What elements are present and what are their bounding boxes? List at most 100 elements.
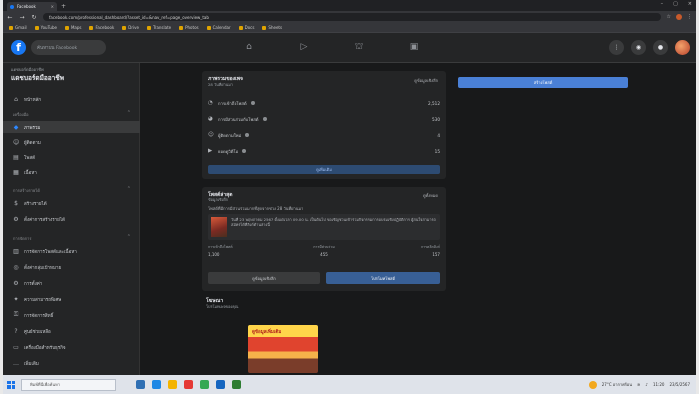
metric: การเข้าถึงโพสต์ 1,100 bbox=[208, 243, 285, 257]
address-bar-row: ← → ↻ facebook.com/professional_dashboar… bbox=[3, 11, 696, 23]
bookmark-item[interactable]: Facebook bbox=[89, 25, 114, 30]
stat-value: 4 bbox=[437, 132, 440, 138]
followers-icon: ☺ bbox=[208, 132, 214, 138]
chrome-icon[interactable] bbox=[200, 380, 209, 389]
bookmark-item[interactable]: Docs bbox=[238, 25, 254, 30]
chevron-up-icon[interactable]: ⌃ bbox=[127, 110, 131, 116]
menu-icon[interactable]: ⋮ bbox=[687, 14, 692, 20]
sidebar-item-settings[interactable]: ⚙ การตั้งค่า bbox=[3, 277, 140, 289]
create-post-button[interactable]: สร้างโพสต์ bbox=[458, 77, 628, 88]
folder-icon bbox=[206, 25, 211, 30]
sidebar-item-help[interactable]: ? ศูนย์ช่วยเหลือ bbox=[3, 325, 140, 337]
post-preview[interactable]: วันที่ 23 พฤษภาคม 2567 ตั้งแต่เวลา 09.00… bbox=[208, 214, 440, 240]
minimize-icon[interactable]: – bbox=[661, 1, 664, 7]
facebook-favicon-icon bbox=[10, 4, 14, 9]
search-placeholder: ค้นหาบน Facebook bbox=[37, 46, 78, 51]
new-tab-icon[interactable]: + bbox=[61, 3, 66, 10]
people-icon: ☺ bbox=[13, 138, 20, 146]
see-all-link[interactable]: ดูทั้งหมด bbox=[423, 192, 438, 199]
notifications-icon[interactable]: ● bbox=[653, 40, 668, 55]
sidebar-item-more[interactable]: … เพิ่มเติม bbox=[3, 357, 140, 369]
help-icon: ? bbox=[14, 327, 18, 335]
taskbar-apps bbox=[136, 380, 241, 389]
insights-link[interactable]: ดูข้อมูลเชิงลึก bbox=[414, 77, 438, 84]
settings-icon: ⚙ bbox=[13, 215, 19, 223]
clock-time[interactable]: 11:20 bbox=[653, 382, 665, 387]
sidebar-item-special[interactable]: ✦ ความสามารถพิเศษ bbox=[3, 293, 140, 305]
info-icon[interactable] bbox=[262, 117, 267, 121]
marketplace-icon[interactable]: ⛫ bbox=[349, 37, 369, 57]
sidebar-item-home[interactable]: ⌂ หน้าหลัก bbox=[3, 93, 140, 105]
wifi-icon[interactable]: ≋ bbox=[637, 382, 640, 387]
sidebar-section-manage: การจัดการ bbox=[13, 236, 32, 241]
view-insights-button[interactable]: ดูข้อมูลเชิงลึก bbox=[208, 272, 320, 284]
extension-icon[interactable] bbox=[676, 14, 682, 20]
task-view-icon[interactable] bbox=[136, 380, 145, 389]
bookmark-item[interactable]: Gmail bbox=[9, 25, 27, 30]
maximize-icon[interactable]: ▢ bbox=[673, 1, 678, 7]
watch-icon[interactable]: ▷ bbox=[294, 37, 314, 57]
sidebar-item-followers[interactable]: ☺ ผู้ติดตาม bbox=[3, 136, 140, 148]
profile-avatar[interactable] bbox=[675, 40, 690, 55]
facebook-logo-icon[interactable]: f bbox=[11, 40, 26, 55]
stat-row: ◕ การมีส่วนร่วมกับโพสต์ 530 bbox=[208, 116, 440, 122]
reload-icon[interactable]: ↻ bbox=[31, 14, 37, 21]
bookmark-item[interactable]: Calendar bbox=[206, 25, 231, 30]
explorer-icon[interactable] bbox=[168, 380, 177, 389]
browser-tab[interactable]: Facebook × bbox=[7, 2, 57, 11]
bookmark-star-icon[interactable]: ☆ bbox=[667, 14, 671, 20]
sidebar-item-audience[interactable]: ◎ ตั้งค่ากลุ่มเป้าหมาย bbox=[3, 261, 140, 273]
sidebar-item-business-tools[interactable]: ▭ เครื่องมือสำหรับธุรกิจ bbox=[3, 341, 140, 353]
sidebar-item-monetize[interactable]: $ สร้างรายได้ bbox=[3, 197, 140, 209]
sidebar-item-permissions[interactable]: ⚿ การจัดการสิทธิ์ bbox=[3, 309, 140, 321]
info-icon[interactable] bbox=[245, 133, 250, 137]
promo-image[interactable]: ดูข้อมูลเพิ่มเติม bbox=[248, 325, 318, 373]
url-field[interactable]: facebook.com/professional_dashboard/?ass… bbox=[43, 13, 661, 21]
word-icon[interactable] bbox=[216, 380, 225, 389]
info-icon[interactable] bbox=[250, 101, 255, 105]
close-tab-icon[interactable]: × bbox=[51, 4, 54, 9]
messenger-icon[interactable]: ◉ bbox=[631, 40, 646, 55]
forward-icon[interactable]: → bbox=[19, 14, 25, 21]
excel-icon[interactable] bbox=[232, 380, 241, 389]
windows-start-icon[interactable] bbox=[7, 380, 15, 389]
gaming-icon[interactable]: ▣ bbox=[404, 37, 424, 57]
tab-bar: Facebook × + – ▢ × bbox=[3, 0, 696, 11]
bookmark-item[interactable]: Drive bbox=[122, 25, 139, 30]
briefcase-icon: ▭ bbox=[13, 343, 19, 351]
weather-icon[interactable] bbox=[588, 380, 597, 389]
chevron-up-icon[interactable]: ⌃ bbox=[127, 186, 131, 192]
facebook-search-input[interactable]: ค้นหาบน Facebook bbox=[31, 40, 106, 55]
apps-grid-icon[interactable]: ⋮ bbox=[609, 40, 624, 55]
app-icon[interactable] bbox=[184, 380, 193, 389]
sidebar-item-posts[interactable]: ▤ โพสต์ bbox=[3, 151, 140, 163]
sidebar-item-monetize-settings[interactable]: ⚙ ตั้งค่าการสร้างรายได้ bbox=[3, 213, 140, 225]
boost-post-button[interactable]: โปรโมทโพสต์ bbox=[326, 272, 440, 284]
bookmark-item[interactable]: YouTube bbox=[34, 25, 57, 30]
stat-row: ◔ การเข้าถึงโพสต์ 2,512 bbox=[208, 100, 440, 106]
volume-icon[interactable]: ♪ bbox=[645, 382, 648, 387]
sidebar-item-overview[interactable]: ◆ ภาพรวม bbox=[3, 121, 140, 133]
video-icon: ▶ bbox=[208, 148, 213, 154]
home-icon[interactable]: ⌂ bbox=[239, 37, 259, 57]
bookmark-item[interactable]: Sheets bbox=[262, 25, 282, 30]
clock-date: 23/5/2567 bbox=[669, 382, 690, 387]
folder-icon bbox=[146, 25, 151, 30]
sidebar-item-content[interactable]: ▦ เนื้อหา bbox=[3, 166, 140, 178]
edge-icon[interactable] bbox=[152, 380, 161, 389]
post-icon: ▤ bbox=[13, 153, 19, 161]
folder-icon bbox=[64, 25, 69, 30]
info-icon[interactable] bbox=[242, 149, 247, 153]
back-icon[interactable]: ← bbox=[7, 14, 13, 21]
more-icon: … bbox=[13, 359, 19, 367]
see-more-button[interactable]: ดูเพิ่มเติม bbox=[208, 165, 440, 174]
chevron-up-icon[interactable]: ⌃ bbox=[127, 234, 131, 240]
taskbar-search-input[interactable]: พิมพ์ที่นี่เพื่อค้นหา bbox=[21, 378, 116, 391]
bookmark-item[interactable]: Translate bbox=[146, 25, 171, 30]
bookmark-item[interactable]: Maps bbox=[64, 25, 81, 30]
close-window-icon[interactable]: × bbox=[688, 1, 692, 7]
bookmark-item[interactable]: Photos bbox=[179, 25, 199, 30]
gear-icon: ⚙ bbox=[13, 279, 19, 287]
sidebar-item-manage-posts[interactable]: ▥ การจัดการโพสต์และเนื้อหา bbox=[3, 245, 140, 257]
folder-icon bbox=[238, 25, 243, 30]
